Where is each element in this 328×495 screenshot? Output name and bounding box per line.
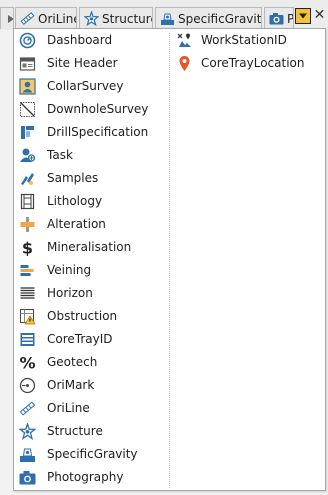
orimark-icon: [19, 377, 36, 394]
menu-item-label: Samples: [47, 171, 99, 185]
menu-item-label: CollarSurvey: [47, 79, 124, 93]
chevron-down-icon: [298, 12, 308, 20]
samples-icon: [19, 170, 36, 187]
menu-item-label: Alteration: [47, 217, 106, 231]
tab-label: OriLine: [38, 11, 77, 26]
menu-item-lithology[interactable]: Lithology: [14, 190, 169, 213]
menu-item-label: Obstruction: [47, 309, 118, 323]
camera-icon: [19, 469, 36, 486]
menu-item-specific-gravity[interactable]: SpecificGravity: [14, 443, 169, 466]
structure-icon: [19, 423, 36, 440]
tab-structure[interactable]: Structure: [79, 7, 153, 29]
menu-item-task[interactable]: Task: [14, 144, 169, 167]
horizon-icon: [19, 285, 36, 302]
menu-item-label: OriMark: [47, 378, 95, 392]
workstation-icon: [176, 32, 193, 49]
camera-icon: [269, 11, 284, 26]
menu-item-structure[interactable]: Structure: [14, 420, 169, 443]
menu-item-site-header[interactable]: Site Header: [14, 52, 169, 75]
menu-item-label: CoreTrayLocation: [201, 56, 305, 70]
downhole-survey-icon: [19, 101, 36, 118]
menu-item-label: OriLine: [47, 401, 90, 415]
column-divider: [169, 33, 170, 488]
tab-list-menu: Dashboard Site Header CollarSurvey Downh…: [13, 28, 326, 491]
tab-overflow-left[interactable]: [0, 7, 14, 29]
menu-item-label: CoreTrayID: [47, 332, 113, 346]
dollar-icon: $: [19, 239, 36, 256]
menu-item-mineralisation[interactable]: $ Mineralisation: [14, 236, 169, 259]
menu-item-horizon[interactable]: Horizon: [14, 282, 169, 305]
svg-text:%: %: [19, 354, 35, 371]
menu-item-label: Horizon: [47, 286, 93, 300]
menu-item-collar-survey[interactable]: CollarSurvey: [14, 75, 169, 98]
menu-item-oriline[interactable]: OriLine: [14, 397, 169, 420]
menu-item-alteration[interactable]: Alteration: [14, 213, 169, 236]
menu-item-label: Dashboard: [47, 33, 113, 47]
percent-icon: %: [19, 354, 36, 371]
menu-item-drill-specification[interactable]: DrillSpecification: [14, 121, 169, 144]
map-pin-icon: [176, 55, 193, 72]
alteration-icon: [19, 216, 36, 233]
menu-item-veining[interactable]: Veining: [14, 259, 169, 282]
obstruction-icon: [19, 308, 36, 325]
dashboard-icon: [19, 32, 36, 49]
menu-item-label: WorkStationID: [201, 33, 287, 47]
oriline-icon: [20, 11, 35, 26]
close-button[interactable]: ✕: [313, 7, 326, 23]
menu-item-label: Site Header: [47, 56, 118, 70]
task-icon: [19, 147, 36, 164]
menu-item-label: Task: [47, 148, 73, 162]
core-tray-icon: [19, 331, 36, 348]
tab-specific-gravity[interactable]: SpecificGravity: [155, 7, 262, 29]
menu-item-dashboard[interactable]: Dashboard: [14, 29, 169, 52]
specific-gravity-icon: [160, 11, 175, 26]
menu-item-label: DownholeSurvey: [47, 102, 149, 116]
chevron-icon: [3, 11, 13, 26]
menu-item-core-tray-location[interactable]: CoreTrayLocation: [171, 52, 325, 75]
menu-item-orimark[interactable]: OriMark: [14, 374, 169, 397]
drill-specification-icon: [19, 124, 36, 141]
menu-item-geotech[interactable]: % Geotech: [14, 351, 169, 374]
menu-item-workstation-id[interactable]: WorkStationID: [171, 29, 325, 52]
tab-label: Structure: [102, 11, 153, 26]
site-header-icon: [19, 55, 36, 72]
menu-item-label: Geotech: [47, 355, 98, 369]
menu-item-photography[interactable]: Photography: [14, 466, 169, 489]
menu-item-label: Photography: [47, 470, 124, 484]
tab-list-dropdown-button[interactable]: [295, 8, 311, 24]
menu-item-downhole-survey[interactable]: DownholeSurvey: [14, 98, 169, 121]
menu-item-label: DrillSpecification: [47, 125, 149, 139]
lithology-icon: [19, 193, 36, 210]
menu-item-label: SpecificGravity: [47, 447, 138, 461]
svg-text:$: $: [22, 239, 33, 256]
structure-icon: [84, 11, 99, 26]
menu-item-label: Mineralisation: [47, 240, 132, 254]
specific-gravity-icon: [19, 446, 36, 463]
tab-strip: OriLine Structure SpecificGravity P ✕: [0, 0, 328, 30]
menu-item-label: Lithology: [47, 194, 103, 208]
menu-item-core-tray-id[interactable]: CoreTrayID: [14, 328, 169, 351]
menu-item-samples[interactable]: Samples: [14, 167, 169, 190]
tab-photography[interactable]: P: [264, 7, 294, 29]
tab-label: SpecificGravity: [178, 11, 262, 26]
tab-label: P: [287, 11, 294, 26]
tab-oriline[interactable]: OriLine: [15, 7, 77, 29]
menu-item-obstruction[interactable]: Obstruction: [14, 305, 169, 328]
menu-item-label: Structure: [47, 424, 103, 438]
collar-survey-icon: [19, 78, 36, 95]
menu-item-label: Veining: [47, 263, 92, 277]
veining-icon: [19, 262, 36, 279]
oriline-icon: [19, 400, 36, 417]
close-icon: ✕: [313, 7, 326, 23]
